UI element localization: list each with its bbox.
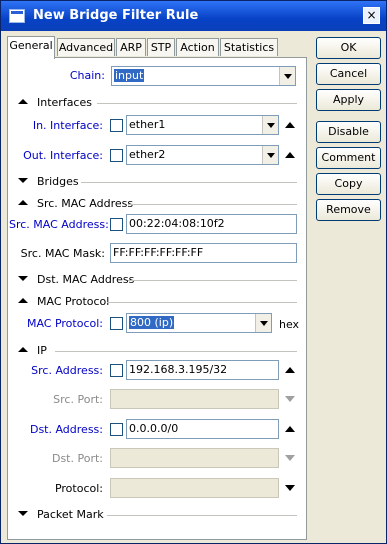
src-mac-address-label: Src. MAC Address: [9, 218, 109, 231]
section-packet-mark: Packet Mark [37, 508, 104, 521]
protocol-label: Protocol: [54, 482, 103, 495]
out-interface-not-checkbox[interactable] [110, 149, 123, 162]
arrow-up-icon[interactable] [285, 152, 295, 158]
src-address-input[interactable]: 192.168.3.195/32 [126, 360, 279, 380]
dialog-window: New Bridge Filter Rule × General Advance… [0, 0, 387, 544]
dst-address-not-checkbox[interactable] [110, 423, 123, 436]
tab-stp[interactable]: STP [147, 38, 175, 56]
mac-protocol-value: 800 (ip) [129, 316, 175, 329]
arrow-up-icon[interactable] [285, 367, 295, 373]
arrow-down-icon[interactable] [285, 485, 295, 491]
window-icon [9, 9, 25, 23]
src-address-not-checkbox[interactable] [110, 364, 123, 377]
src-port-label: Src. Port: [53, 393, 103, 406]
title-bar[interactable]: New Bridge Filter Rule × [1, 1, 386, 31]
apply-button[interactable]: Apply [316, 89, 381, 111]
expand-icon[interactable] [18, 178, 28, 183]
in-interface-label: In. Interface: [32, 119, 103, 132]
tab-advanced[interactable]: Advanced [57, 38, 115, 56]
mac-protocol-not-checkbox[interactable] [110, 317, 123, 330]
chain-label: Chain: [69, 69, 105, 82]
src-mac-mask-label: Src. MAC Mask: [20, 247, 105, 260]
arrow-down-icon[interactable] [285, 396, 295, 402]
dst-port-label: Dst. Port: [51, 452, 103, 465]
tab-action[interactable]: Action [176, 38, 219, 56]
divider [81, 182, 297, 183]
tab-statistics[interactable]: Statistics [220, 38, 278, 56]
chevron-down-icon[interactable] [279, 67, 295, 85]
expand-icon[interactable] [18, 511, 28, 516]
mac-protocol-select[interactable]: 800 (ip) [126, 313, 272, 333]
src-address-label: Src. Address: [31, 364, 103, 377]
dst-port-input[interactable] [110, 448, 279, 468]
src-port-input[interactable] [110, 389, 279, 409]
comment-button[interactable]: Comment [316, 147, 381, 169]
section-bridges: Bridges [37, 175, 79, 188]
section-ip: IP [37, 344, 47, 357]
divider [97, 103, 297, 104]
disable-button[interactable]: Disable [316, 121, 381, 143]
chevron-down-icon[interactable] [262, 146, 278, 164]
window-title: New Bridge Filter Rule [33, 8, 199, 23]
arrow-up-icon[interactable] [285, 122, 295, 128]
section-dst-mac: Dst. MAC Address [37, 273, 135, 286]
tab-general[interactable]: General [7, 36, 55, 59]
divider [128, 204, 297, 205]
src-mac-mask-input[interactable]: FF:FF:FF:FF:FF:FF [110, 243, 297, 263]
in-interface-value: ether1 [129, 118, 166, 131]
src-mac-address-not-checkbox[interactable] [110, 218, 123, 231]
divider [107, 302, 297, 303]
collapse-icon[interactable] [18, 99, 28, 104]
chain-value: input [114, 69, 145, 82]
divider [107, 515, 297, 516]
divider [128, 280, 297, 281]
chevron-down-icon[interactable] [255, 314, 271, 332]
divider [55, 351, 297, 352]
ok-button[interactable]: OK [316, 37, 381, 59]
in-interface-not-checkbox[interactable] [110, 119, 123, 132]
collapse-icon[interactable] [18, 200, 28, 205]
mac-protocol-label: MAC Protocol: [26, 317, 103, 330]
tab-arp[interactable]: ARP [116, 38, 146, 56]
arrow-up-icon[interactable] [285, 426, 295, 432]
close-button[interactable]: × [363, 7, 380, 24]
section-mac-protocol: MAC Protocol [37, 295, 110, 308]
out-interface-label: Out. Interface: [23, 149, 103, 162]
collapse-icon[interactable] [18, 347, 28, 352]
dst-address-input[interactable]: 0.0.0.0/0 [126, 419, 279, 439]
remove-button[interactable]: Remove [316, 199, 381, 221]
mac-protocol-unit: hex [279, 318, 300, 331]
dst-address-label: Dst. Address: [29, 423, 103, 436]
section-src-mac: Src. MAC Address [37, 197, 134, 210]
expand-icon[interactable] [18, 276, 28, 281]
in-interface-select[interactable]: ether1 [126, 115, 279, 135]
collapse-icon[interactable] [18, 298, 28, 303]
out-interface-select[interactable]: ether2 [126, 145, 279, 165]
copy-button[interactable]: Copy [316, 173, 381, 195]
section-interfaces: Interfaces [37, 96, 92, 109]
cancel-button[interactable]: Cancel [316, 63, 381, 85]
src-mac-address-input[interactable]: 00:22:04:08:10f2 [126, 214, 297, 234]
chain-select[interactable]: input [111, 66, 296, 86]
protocol-select[interactable] [110, 478, 279, 498]
chevron-down-icon[interactable] [262, 116, 278, 134]
arrow-down-icon[interactable] [285, 455, 295, 461]
out-interface-value: ether2 [129, 148, 166, 161]
